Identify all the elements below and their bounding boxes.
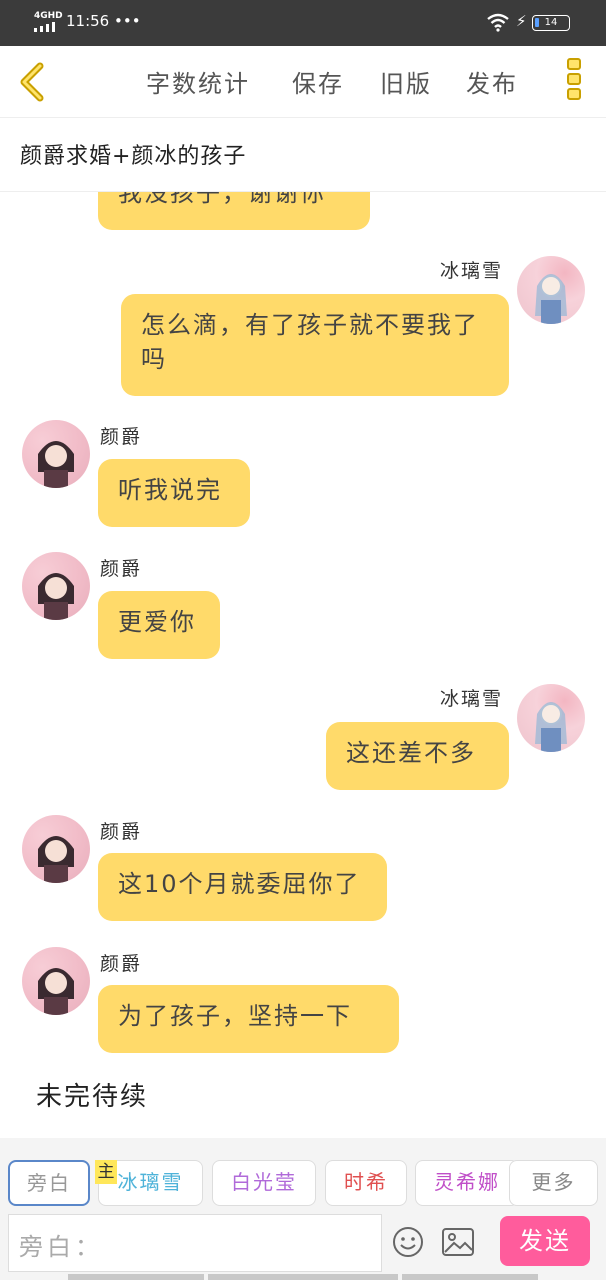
sender-name: 颜爵 [100, 426, 143, 448]
message-bubble[interactable]: 这10个月就委屈你了 [98, 853, 387, 921]
message-bubble[interactable]: 这还差不多 [326, 722, 509, 790]
emoji-icon[interactable] [392, 1226, 424, 1258]
narration-text[interactable]: 未完待续 [36, 1076, 148, 1113]
composer-panel: 旁白 冰璃雪 主 白光莹 时希 灵希娜 更多 旁白： 发送 [0, 1138, 606, 1280]
avatar-boy-icon [38, 836, 74, 883]
more-characters-button[interactable]: 更多 [509, 1160, 598, 1206]
signal-icon [34, 22, 58, 32]
network-label: 4GHD [34, 11, 63, 21]
avatar[interactable] [22, 815, 90, 883]
nav-indicator [402, 1274, 538, 1280]
sender-name: 冰璃雪 [440, 260, 504, 282]
nav-indicator [208, 1274, 398, 1280]
story-title-bar: 颜爵求婚+颜冰的孩子 [0, 118, 606, 192]
character-chip-shixi[interactable]: 时希 [325, 1160, 407, 1206]
avatar[interactable] [22, 420, 90, 488]
send-button[interactable]: 发送 [500, 1216, 590, 1266]
editor-toolbar: 字数统计 保存 旧版 发布 [0, 46, 606, 118]
avatar-boy-icon [38, 573, 74, 620]
message-bubble[interactable]: 听我说完 [98, 459, 250, 527]
message-bubble[interactable]: 怎么滴，有了孩子就不要我了吗 [121, 294, 509, 396]
message-input[interactable]: 旁白： [8, 1214, 382, 1272]
back-arrow-icon[interactable] [16, 60, 52, 104]
charging-icon: ⚡ [516, 12, 527, 30]
publish-button[interactable]: 发布 [466, 64, 518, 99]
character-chip-lingxina[interactable]: 灵希娜 [415, 1160, 519, 1206]
image-icon[interactable] [442, 1228, 474, 1256]
sender-name: 颜爵 [100, 558, 143, 580]
wifi-icon [487, 13, 509, 32]
character-chip-narrator[interactable]: 旁白 [8, 1160, 90, 1206]
message-bubble[interactable]: 我没孩子，谢谢你 [98, 192, 370, 230]
avatar-girl-icon [535, 274, 567, 324]
avatar[interactable] [22, 552, 90, 620]
sender-name: 颜爵 [100, 953, 143, 975]
word-count-button[interactable]: 字数统计 [146, 64, 250, 99]
avatar-boy-icon [38, 441, 74, 488]
more-menu-icon[interactable] [564, 58, 584, 106]
avatar[interactable] [517, 256, 585, 324]
nav-indicator [68, 1274, 204, 1280]
message-bubble[interactable]: 为了孩子，坚持一下 [98, 985, 399, 1053]
avatar[interactable] [22, 947, 90, 1015]
avatar[interactable] [517, 684, 585, 752]
status-bar: 4GHD 11:56 ••• ⚡ 14 [0, 0, 606, 46]
battery-icon: 14 [532, 15, 570, 31]
save-button[interactable]: 保存 [292, 64, 344, 99]
old-version-button[interactable]: 旧版 [380, 64, 432, 99]
sender-name: 冰璃雪 [440, 688, 504, 710]
chat-area[interactable]: 我没孩子，谢谢你 冰璃雪 怎么滴，有了孩子就不要我了吗 颜爵 听我说完 颜爵 更… [0, 192, 606, 1138]
character-chip-baiguangying[interactable]: 白光莹 [212, 1160, 316, 1206]
avatar-girl-icon [535, 702, 567, 752]
clock: 11:56 ••• [66, 12, 141, 30]
message-bubble[interactable]: 更爱你 [98, 591, 220, 659]
main-character-badge: 主 [95, 1160, 117, 1184]
avatar-boy-icon [38, 968, 74, 1015]
page-title: 颜爵求婚+颜冰的孩子 [20, 144, 247, 169]
sender-name: 颜爵 [100, 821, 143, 843]
